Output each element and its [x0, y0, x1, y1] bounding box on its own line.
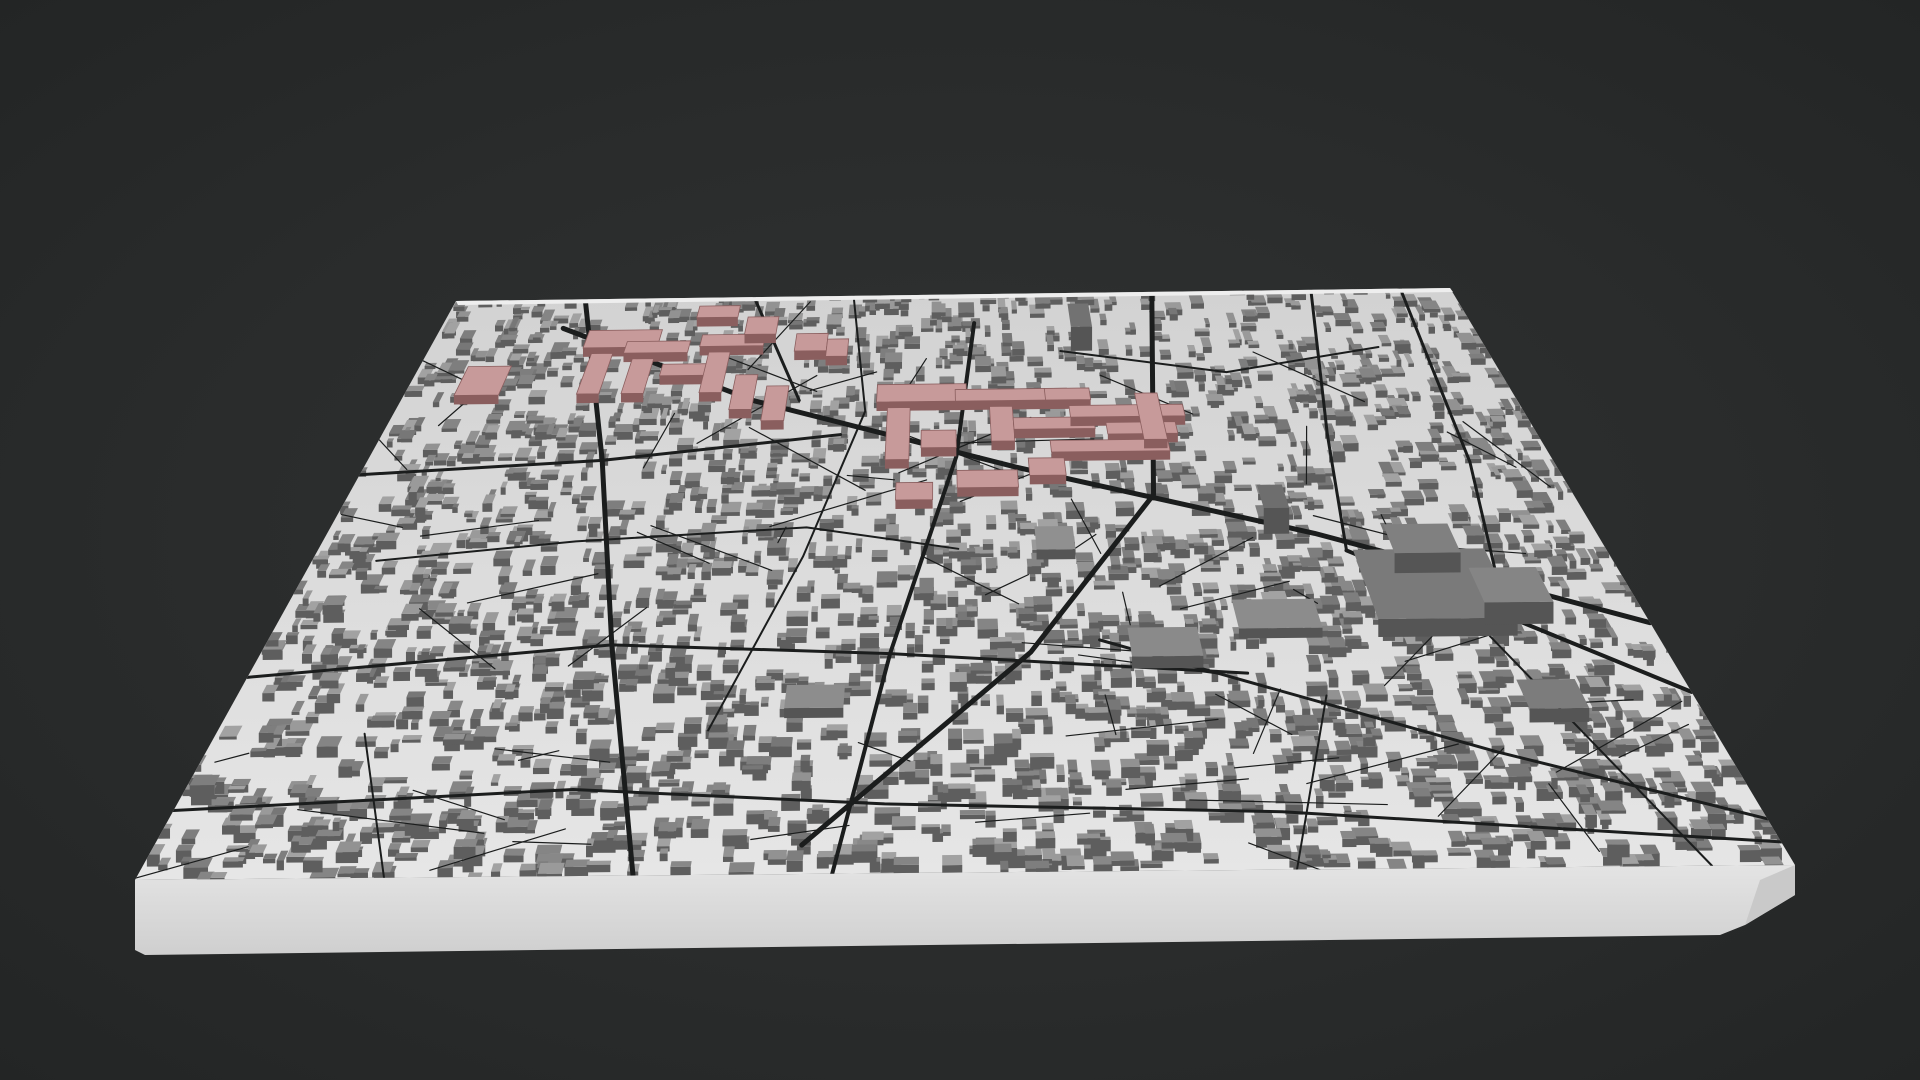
model-front-side [135, 865, 1795, 955]
city-model[interactable] [0, 0, 1920, 1080]
3d-viewport[interactable] [0, 0, 1920, 1080]
